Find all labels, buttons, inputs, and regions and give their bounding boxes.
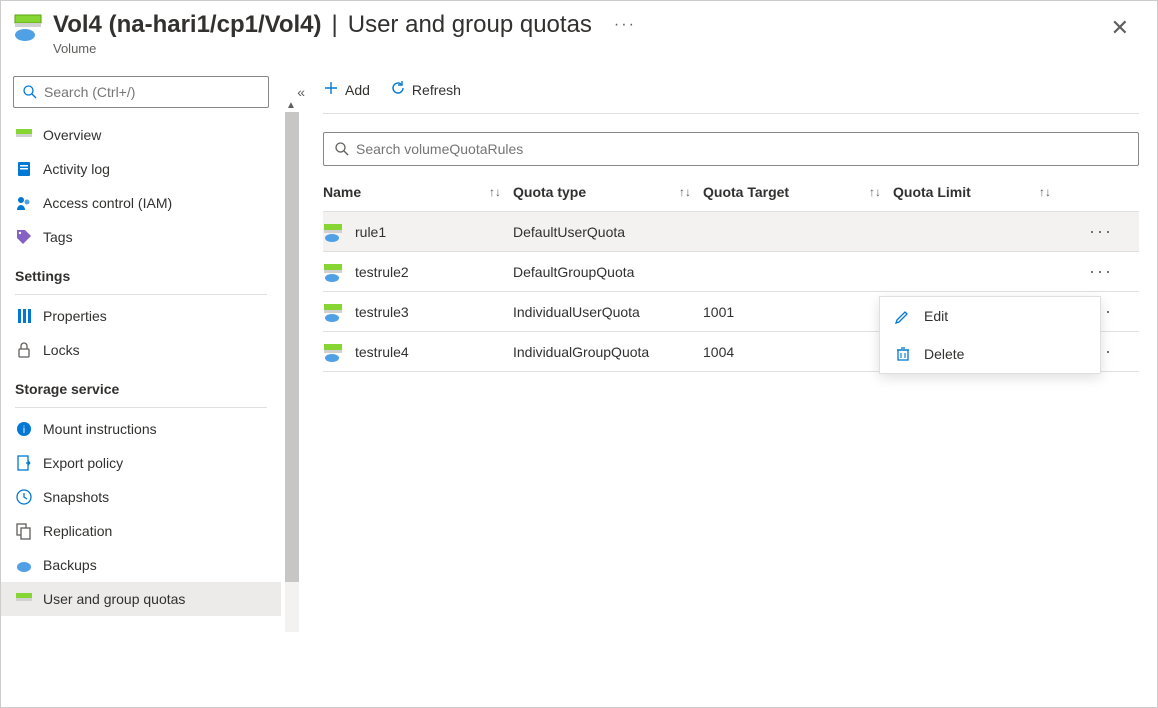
- sidebar-item-replication[interactable]: Replication: [1, 514, 281, 548]
- sidebar-item-mount[interactable]: i Mount instructions: [1, 412, 281, 446]
- column-limit[interactable]: Quota Limit↑↓: [893, 184, 1063, 200]
- search-icon: [334, 141, 350, 157]
- svg-text:i: i: [23, 425, 25, 436]
- refresh-icon: [390, 80, 406, 99]
- sidebar-search[interactable]: [13, 76, 269, 108]
- main-content: Add Refresh Name↑↓ Quota type↑↓ Quota Ta…: [281, 68, 1157, 704]
- close-button[interactable]: ✕: [1103, 11, 1137, 45]
- page-header: Vol4 (na-hari1/cp1/Vol4) | User and grou…: [1, 1, 1157, 68]
- sidebar-item-tags[interactable]: Tags: [1, 220, 281, 254]
- backups-icon: [15, 556, 33, 574]
- row-target: 1004: [703, 344, 893, 360]
- refresh-label: Refresh: [412, 82, 461, 98]
- context-edit-label: Edit: [924, 308, 948, 324]
- sort-icon: ↑↓: [489, 185, 501, 199]
- add-label: Add: [345, 82, 370, 98]
- sidebar-search-input[interactable]: [44, 84, 260, 100]
- row-type: DefaultGroupQuota: [513, 264, 703, 280]
- rule-icon: [323, 301, 345, 323]
- row-type: IndividualGroupQuota: [513, 344, 703, 360]
- sidebar-nav: Overview Activity log Access control (IA…: [1, 118, 281, 704]
- sidebar-item-label: Backups: [43, 557, 97, 573]
- row-name: testrule2: [355, 264, 409, 280]
- row-name: testrule4: [355, 344, 409, 360]
- info-icon: i: [15, 420, 33, 438]
- edit-icon: [894, 307, 912, 325]
- row-more-button[interactable]: ···: [1063, 261, 1113, 282]
- column-name[interactable]: Name↑↓: [323, 184, 513, 200]
- sidebar-section-storage: Storage service: [1, 367, 281, 403]
- sidebar-item-label: Export policy: [43, 455, 123, 471]
- divider: [15, 294, 267, 295]
- sidebar-item-activity-log[interactable]: Activity log: [1, 152, 281, 186]
- toolbar: Add Refresh: [323, 76, 1139, 114]
- table-row[interactable]: rule1 DefaultUserQuota ···: [323, 212, 1139, 252]
- table-header: Name↑↓ Quota type↑↓ Quota Target↑↓ Quota…: [323, 172, 1139, 212]
- sort-icon: ↑↓: [679, 185, 691, 199]
- volume-icon: [13, 11, 45, 43]
- context-delete[interactable]: Delete: [880, 335, 1100, 373]
- export-icon: [15, 454, 33, 472]
- log-icon: [15, 160, 33, 178]
- snapshot-icon: [15, 488, 33, 506]
- sidebar-item-overview[interactable]: Overview: [1, 118, 281, 152]
- resource-type-label: Volume: [53, 41, 1103, 56]
- sort-icon: ↑↓: [869, 185, 881, 199]
- table-search[interactable]: [323, 132, 1139, 166]
- sidebar-item-properties[interactable]: Properties: [1, 299, 281, 333]
- sidebar-item-label: Tags: [43, 229, 73, 245]
- properties-icon: [15, 307, 33, 325]
- row-type: DefaultUserQuota: [513, 224, 703, 240]
- overview-icon: [15, 126, 33, 144]
- context-delete-label: Delete: [924, 346, 964, 362]
- delete-icon: [894, 345, 912, 363]
- sidebar-item-label: Activity log: [43, 161, 110, 177]
- sidebar-item-label: Replication: [43, 523, 112, 539]
- sidebar-section-settings: Settings: [1, 254, 281, 290]
- row-name: rule1: [355, 224, 386, 240]
- table-row[interactable]: testrule2 DefaultGroupQuota ···: [323, 252, 1139, 292]
- sidebar-item-label: Overview: [43, 127, 101, 143]
- sidebar-item-label: Locks: [43, 342, 80, 358]
- sidebar-item-label: Snapshots: [43, 489, 109, 505]
- sidebar-item-label: Access control (IAM): [43, 195, 172, 211]
- row-target: 1001: [703, 304, 893, 320]
- search-icon: [22, 84, 38, 100]
- rule-icon: [323, 341, 345, 363]
- sidebar-item-iam[interactable]: Access control (IAM): [1, 186, 281, 220]
- lock-icon: [15, 341, 33, 359]
- plus-icon: [323, 80, 339, 99]
- tags-icon: [15, 228, 33, 246]
- sort-icon: ↑↓: [1039, 185, 1051, 199]
- sidebar-item-quotas[interactable]: User and group quotas: [1, 582, 281, 616]
- sidebar-item-export[interactable]: Export policy: [1, 446, 281, 480]
- sidebar-item-snapshots[interactable]: Snapshots: [1, 480, 281, 514]
- replication-icon: [15, 522, 33, 540]
- sidebar: « ▲ Overview Activity log Access control…: [1, 68, 281, 704]
- sidebar-item-label: Mount instructions: [43, 421, 157, 437]
- sidebar-item-locks[interactable]: Locks: [1, 333, 281, 367]
- column-target[interactable]: Quota Target↑↓: [703, 184, 893, 200]
- context-menu: Edit Delete: [879, 296, 1101, 374]
- row-type: IndividualUserQuota: [513, 304, 703, 320]
- header-more-button[interactable]: ···: [614, 16, 636, 34]
- table-search-input[interactable]: [356, 141, 1128, 157]
- quotas-icon: [15, 590, 33, 608]
- row-name: testrule3: [355, 304, 409, 320]
- sidebar-item-label: User and group quotas: [43, 591, 185, 607]
- rule-icon: [323, 221, 345, 243]
- sidebar-item-label: Properties: [43, 308, 107, 324]
- context-edit[interactable]: Edit: [880, 297, 1100, 335]
- rule-icon: [323, 261, 345, 283]
- row-more-button[interactable]: ···: [1063, 221, 1113, 242]
- refresh-button[interactable]: Refresh: [390, 80, 461, 99]
- page-title: Vol4 (na-hari1/cp1/Vol4) | User and grou…: [53, 11, 1103, 39]
- add-button[interactable]: Add: [323, 80, 370, 99]
- column-type[interactable]: Quota type↑↓: [513, 184, 703, 200]
- iam-icon: [15, 194, 33, 212]
- divider: [15, 407, 267, 408]
- sidebar-item-backups[interactable]: Backups: [1, 548, 281, 582]
